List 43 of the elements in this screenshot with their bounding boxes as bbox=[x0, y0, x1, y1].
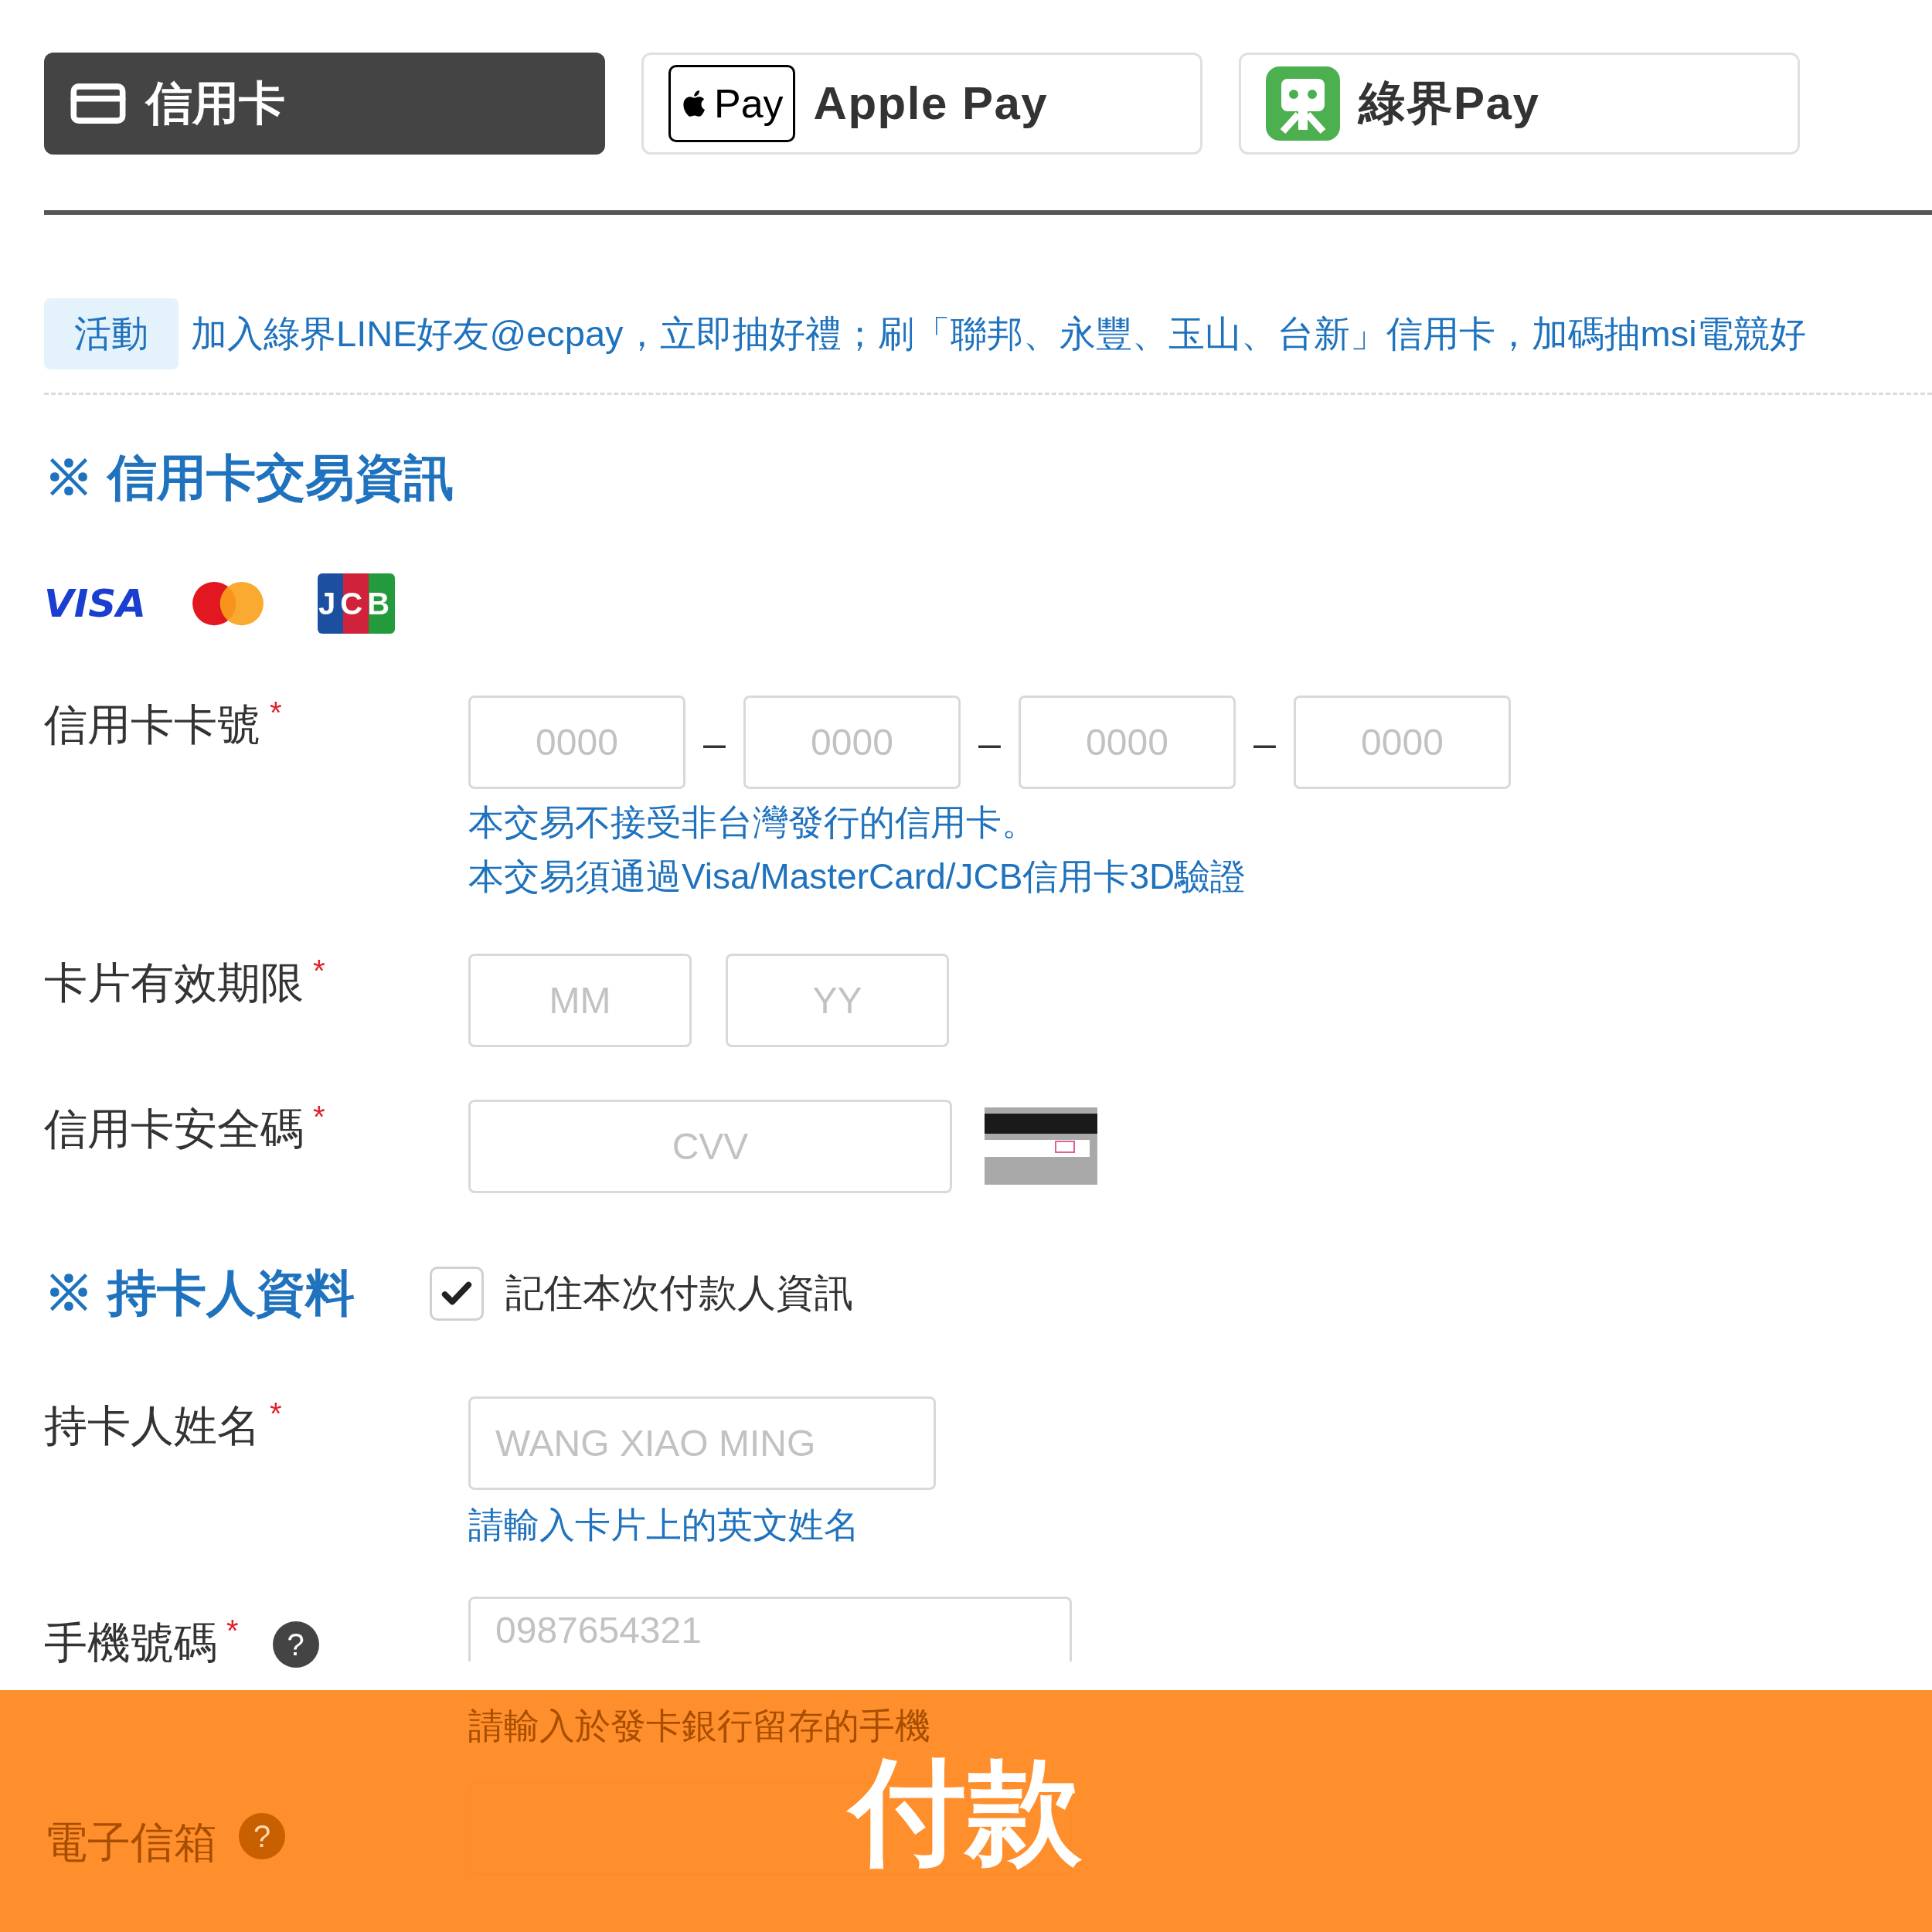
cvv-field[interactable]: CVV bbox=[468, 1100, 952, 1194]
hint-text: 請輸入於發卡銀行留存的手機 bbox=[468, 1708, 931, 1744]
required-mark: * bbox=[226, 1615, 239, 1647]
visa-logo: VISA bbox=[44, 584, 146, 624]
required-mark: * bbox=[270, 697, 282, 729]
card-number-field[interactable]: 0000 bbox=[1294, 696, 1511, 790]
field-label: 信用卡安全碼 bbox=[44, 1107, 304, 1151]
payment-method-tab[interactable]: 綠界Pay bbox=[1239, 53, 1800, 155]
promo-tag: 活動 bbox=[44, 298, 179, 369]
checkbox-label: 記住本次付款人資訊 bbox=[505, 1270, 853, 1317]
payment-method-tab[interactable]: 信用卡 bbox=[44, 53, 605, 155]
required-mark: * bbox=[313, 1101, 325, 1133]
ecpay-logo-icon bbox=[1266, 66, 1340, 141]
required-mark: * bbox=[313, 955, 325, 987]
separator: – bbox=[702, 719, 726, 767]
section-heading: ※ 信用卡交易資訊 bbox=[44, 449, 454, 507]
cardholder-name-field[interactable]: WANG XIAO MING bbox=[468, 1396, 936, 1491]
tab-label: 綠界Pay bbox=[1359, 77, 1540, 131]
payment-method-tab[interactable]: Pay Apple Pay bbox=[641, 53, 1202, 155]
hint-text: 請輸入卡片上的英文姓名 bbox=[468, 1507, 860, 1543]
hint-text: 本交易須通過Visa/MasterCard/JCB信用卡3D驗證 bbox=[468, 859, 1247, 895]
required-mark: * bbox=[270, 1398, 282, 1430]
field-label: 電子信箱 bbox=[44, 1817, 217, 1865]
tab-label: Apple Pay bbox=[813, 77, 1049, 131]
field-label: 持卡人姓名 bbox=[44, 1404, 260, 1448]
hint-text: 本交易不接受非台灣發行的信用卡。 bbox=[468, 804, 1038, 841]
promo-text: 加入綠界LINE好友@ecpay，立即抽好禮；刷「聯邦、永豐、玉山、台新」信用卡，加碼抽msi電競好 bbox=[191, 311, 1806, 355]
field-label: 手機號碼 bbox=[44, 1621, 217, 1665]
separator: – bbox=[978, 719, 1002, 767]
remember-checkbox[interactable] bbox=[430, 1266, 484, 1321]
card-number-field[interactable]: 0000 bbox=[1019, 696, 1236, 790]
tab-label: 信用卡 bbox=[146, 77, 285, 131]
phone-field[interactable]: 0987654321 bbox=[468, 1597, 1072, 1662]
section-heading: ※ 持卡人資料 bbox=[44, 1264, 355, 1323]
apple-pay-badge-text: Pay bbox=[714, 80, 784, 128]
help-icon[interactable]: ? bbox=[272, 1621, 319, 1668]
card-number-field[interactable]: 0000 bbox=[468, 696, 685, 790]
expiry-field[interactable]: MM bbox=[468, 954, 692, 1048]
expiry-field[interactable]: YY bbox=[726, 954, 949, 1048]
field-label: 卡片有效期限 bbox=[44, 961, 304, 1005]
card-number-field[interactable]: 0000 bbox=[743, 696, 961, 790]
field-label: 信用卡卡號 bbox=[44, 703, 260, 747]
separator: – bbox=[1253, 719, 1277, 767]
